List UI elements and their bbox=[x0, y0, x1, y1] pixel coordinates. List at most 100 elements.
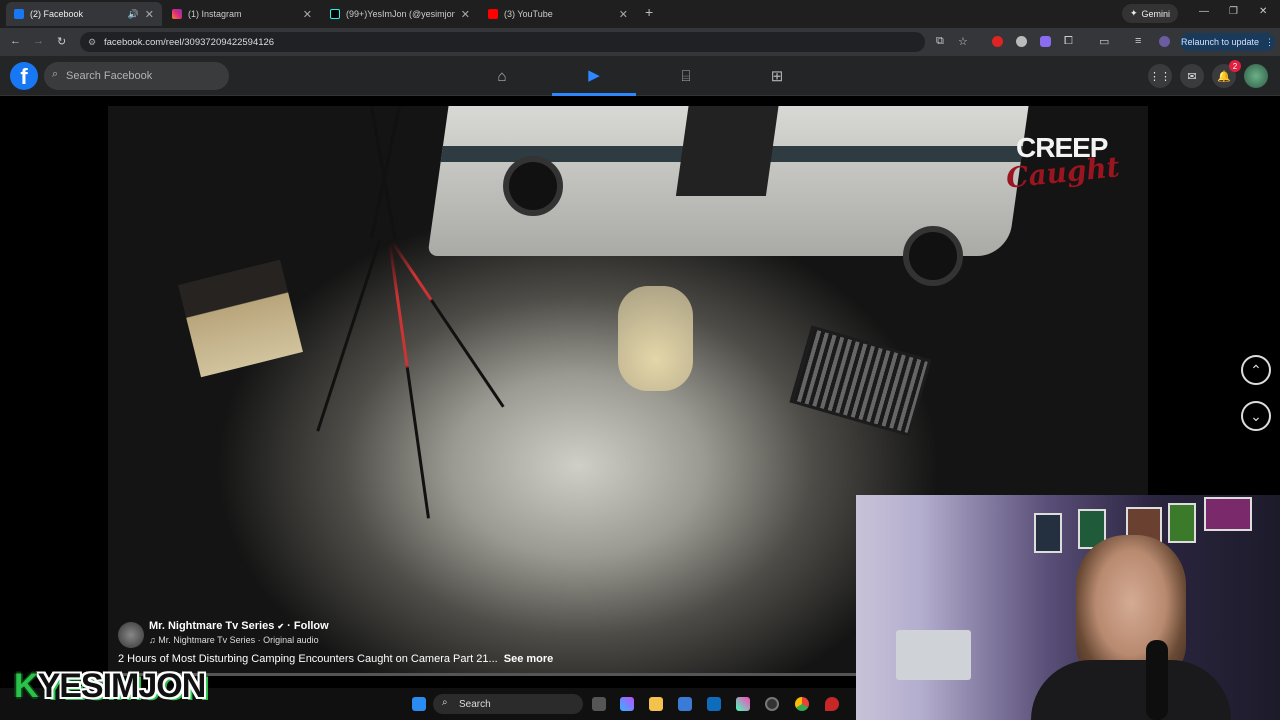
gemini-sparkle-icon: ✦ bbox=[1130, 8, 1138, 18]
extensions-puzzle-icon[interactable]: ⧠ bbox=[1064, 35, 1073, 48]
url-bar[interactable]: ⚙ facebook.com/reel/309372094225941​26 bbox=[80, 32, 925, 52]
nav-marketplace[interactable]: ⌸ bbox=[644, 56, 728, 96]
account-avatar[interactable] bbox=[1244, 64, 1268, 88]
facebook-logo-letter: f bbox=[20, 64, 28, 89]
m365-icon[interactable] bbox=[736, 697, 750, 711]
microphone-image bbox=[1146, 640, 1168, 720]
close-tab-icon[interactable]: ✕ bbox=[461, 8, 470, 21]
van-wheel bbox=[503, 156, 563, 216]
back-icon[interactable]: ← bbox=[10, 35, 21, 47]
follow-link[interactable]: · Follow bbox=[287, 620, 329, 632]
previous-reel-button[interactable]: ⌃ bbox=[1241, 355, 1271, 385]
music-note-icon: ♫ bbox=[149, 635, 156, 645]
address-toolbar: ← → ↻ ⚙ facebook.com/reel/30937209422594… bbox=[0, 28, 1280, 56]
author-avatar[interactable] bbox=[118, 622, 144, 648]
install-app-icon[interactable]: ⧉ bbox=[936, 35, 944, 48]
bookmark-star-icon[interactable]: ☆ bbox=[958, 35, 968, 48]
webcam-overlay bbox=[856, 495, 1280, 720]
browser-tab-bar: (2) Facebook 🔊 ✕ (1) Instagram ✕ (99+)Ye… bbox=[0, 0, 1280, 28]
file-explorer-icon[interactable] bbox=[649, 697, 663, 711]
close-tab-icon[interactable]: ✕ bbox=[303, 8, 312, 21]
audio-line[interactable]: ♫ Mr. Nightmare Tv Series · Original aud… bbox=[149, 635, 319, 645]
speaker-icon[interactable]: 🔊 bbox=[128, 9, 139, 20]
forward-icon[interactable]: → bbox=[33, 35, 44, 47]
profile-avatar-icon[interactable] bbox=[1159, 36, 1170, 47]
tab-facebook[interactable]: (2) Facebook 🔊 ✕ bbox=[6, 2, 162, 26]
search-icon: ⌕ bbox=[52, 68, 59, 80]
bell-icon: 🔔 bbox=[1217, 70, 1231, 83]
messenger-button[interactable]: ✉ bbox=[1180, 64, 1204, 88]
tab-title: (2) Facebook bbox=[30, 9, 84, 19]
facebook-logo[interactable]: f bbox=[10, 62, 38, 90]
extension-gray-icon[interactable] bbox=[1016, 36, 1027, 47]
instagram-favicon-icon bbox=[172, 9, 182, 19]
windows-start-icon[interactable] bbox=[412, 697, 426, 711]
see-more-link[interactable]: See more bbox=[504, 653, 554, 665]
nav-reels[interactable]: ▶ bbox=[552, 56, 636, 96]
close-window-icon[interactable]: ✕ bbox=[1259, 6, 1267, 17]
close-tab-icon[interactable]: ✕ bbox=[619, 8, 628, 21]
taskbar-search-label: Search bbox=[459, 698, 491, 710]
gemini-button[interactable]: ✦ Gemini bbox=[1122, 4, 1179, 23]
new-tab-button[interactable]: + bbox=[645, 4, 653, 20]
tab-youtube[interactable]: (3) YouTube ✕ bbox=[480, 2, 636, 26]
tiktok-favicon-icon bbox=[330, 9, 340, 19]
tab-instagram[interactable]: (1) Instagram ✕ bbox=[164, 2, 320, 26]
laptop-image bbox=[896, 630, 971, 680]
tab-title: (99+)YesImJon (@yesimjon) | Ti bbox=[346, 9, 455, 19]
minimize-icon[interactable]: — bbox=[1199, 6, 1209, 17]
chevron-down-icon: ⌄ bbox=[1250, 407, 1262, 424]
extension-red-icon[interactable] bbox=[992, 36, 1003, 47]
obs-icon[interactable] bbox=[765, 697, 779, 711]
verified-icon: ✔ bbox=[277, 622, 285, 631]
home-icon: ⌂ bbox=[497, 67, 507, 85]
author-line: Mr. Nightmare Tv Series ✔ · Follow bbox=[149, 620, 329, 632]
gaming-icon: ⊞ bbox=[770, 68, 784, 85]
reload-icon[interactable]: ↻ bbox=[57, 35, 66, 48]
nav-home[interactable]: ⌂ bbox=[460, 56, 544, 96]
menu-grid-button[interactable]: ⋮⋮ bbox=[1148, 64, 1172, 88]
url-text: facebook.com/reel/309372094225941​26 bbox=[104, 36, 275, 48]
nav-gaming[interactable]: ⊞ bbox=[735, 56, 819, 96]
taskbar-search[interactable]: ⌕ Search bbox=[433, 694, 583, 714]
site-info-icon[interactable]: ⚙ bbox=[88, 37, 96, 48]
relaunch-label: Relaunch to update bbox=[1180, 37, 1260, 47]
relaunch-update-button[interactable]: Relaunch to update ⋮ bbox=[1180, 33, 1275, 51]
copilot-icon[interactable] bbox=[620, 697, 634, 711]
tripod-leg bbox=[316, 240, 381, 432]
chevron-up-icon: ⌃ bbox=[1250, 361, 1262, 378]
next-reel-button[interactable]: ⌄ bbox=[1241, 401, 1271, 431]
gemini-label: Gemini bbox=[1141, 8, 1171, 19]
stream-brand-logo: KYESIMJON bbox=[14, 667, 206, 706]
grid-icon: ⋮⋮ bbox=[1149, 70, 1171, 83]
wall-poster bbox=[1034, 513, 1062, 553]
more-menu-icon[interactable]: ⋮ bbox=[1265, 37, 1274, 48]
tab-title: (1) Instagram bbox=[188, 9, 242, 19]
video-progress-bar[interactable] bbox=[108, 673, 856, 676]
van-wheel bbox=[903, 226, 963, 286]
log-stump-image bbox=[618, 286, 693, 391]
restore-icon[interactable]: ❐ bbox=[1229, 6, 1238, 17]
side-panel-icon[interactable]: ▭ bbox=[1099, 35, 1109, 48]
author-name[interactable]: Mr. Nightmare Tv Series bbox=[149, 620, 274, 632]
reel-caption: 2 Hours of Most Disturbing Camping Encou… bbox=[118, 653, 553, 665]
youtube-favicon-icon bbox=[488, 9, 498, 19]
mail-icon[interactable] bbox=[707, 697, 721, 711]
streamer-body bbox=[1031, 660, 1231, 720]
wooden-box-image bbox=[178, 259, 303, 378]
marketplace-icon: ⌸ bbox=[681, 67, 691, 85]
messenger-icon: ✉ bbox=[1187, 70, 1197, 83]
store-icon[interactable] bbox=[678, 697, 692, 711]
tab-tiktok[interactable]: (99+)YesImJon (@yesimjon) | Ti ✕ bbox=[322, 2, 478, 26]
van-door bbox=[675, 106, 779, 196]
close-tab-icon[interactable]: ✕ bbox=[145, 8, 154, 21]
tab-title: (3) YouTube bbox=[504, 9, 553, 19]
facebook-search-input[interactable]: ⌕ Search Facebook bbox=[44, 62, 229, 90]
media-control-icon[interactable]: ≡ bbox=[1135, 35, 1141, 47]
grill-grate-image bbox=[789, 325, 932, 437]
wall-poster bbox=[1204, 497, 1252, 531]
maps-pin-icon[interactable] bbox=[825, 697, 839, 711]
chrome-icon[interactable] bbox=[795, 697, 809, 711]
extension-purple-icon[interactable] bbox=[1040, 36, 1051, 47]
task-view-icon[interactable] bbox=[592, 697, 606, 711]
